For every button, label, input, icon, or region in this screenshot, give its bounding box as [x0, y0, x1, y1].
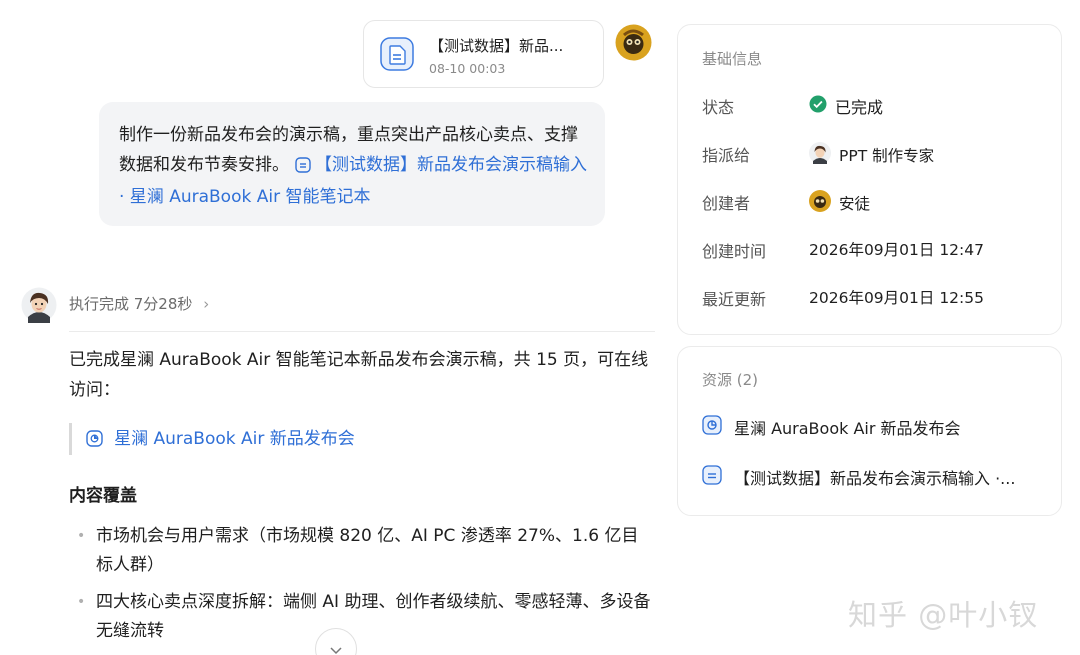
watermark: 知乎 @叶小钗 [848, 598, 1039, 632]
response-summary: 已完成星澜 AuraBook Air 智能笔记本新品发布会演示稿，共 15 页，… [69, 350, 649, 400]
user-message-bubble: 制作一份新品发布会的演示稿，重点突出产品核心卖点、支撑数据和发布节奏安排。 【测试… [99, 102, 605, 226]
list-item: 市场机会与用户需求（市场规模 820 亿、AI PC 渗透率 27%、1.6 亿… [69, 522, 655, 580]
status-badge: 已完成 [835, 98, 884, 117]
presentation-icon [702, 415, 722, 439]
resource-item-document[interactable]: 【测试数据】新品发布会演示稿输入 ·... [702, 464, 1042, 490]
panel-title: 基础信息 [702, 50, 763, 68]
created-time: 2026年09月01日 12:47 [809, 241, 984, 259]
info-row-updated: 最近更新 2026年09月01日 12:55 [702, 286, 1042, 310]
attached-file-card[interactable]: 【测试数据】新品... 08-10 00:03 [363, 20, 604, 88]
info-label: 指派给 [702, 146, 751, 165]
check-circle-icon [809, 95, 827, 117]
divider [69, 331, 655, 332]
section-heading: 内容覆盖 [69, 486, 137, 506]
file-date: 08-10 00:03 [429, 61, 506, 76]
presentation-icon [86, 430, 103, 451]
resources-title: 资源 (2) [702, 371, 759, 389]
info-row-assignee: 指派给 PPT 制作专家 [702, 142, 1042, 166]
execution-status[interactable]: 执行完成 7分28秒 › [69, 293, 209, 314]
basic-info-panel: 基础信息 状态 已完成 指派给 PPT 制作专家 创建者 安徒 创建时间 202… [677, 24, 1062, 335]
execution-status-text: 执行完成 7分28秒 [69, 295, 193, 313]
presentation-link[interactable]: 星澜 AuraBook Air 新品发布会 [114, 429, 355, 449]
avatar [809, 190, 831, 216]
presentation-link-block[interactable]: 星澜 AuraBook Air 新品发布会 [69, 423, 355, 455]
resources-panel: 资源 (2) 星澜 AuraBook Air 新品发布会 【测试数据】新品发布会… [677, 346, 1062, 516]
list-item: 四大核心卖点深度拆解：端侧 AI 助理、创作者级续航、零感轻薄、多设备无缝流转 [69, 588, 655, 646]
chevron-right-icon: › [203, 295, 210, 313]
resource-label: 【测试数据】新品发布会演示稿输入 ·... [734, 469, 1016, 488]
resource-item-presentation[interactable]: 星澜 AuraBook Air 新品发布会 [702, 414, 1042, 440]
user-avatar[interactable] [615, 24, 652, 61]
info-label: 创建时间 [702, 242, 767, 261]
document-icon [380, 37, 414, 75]
document-icon [295, 154, 311, 184]
avatar [809, 142, 831, 168]
chevron-down-icon [329, 640, 343, 655]
user-message: 制作一份新品发布会的演示稿，重点突出产品核心卖点、支撑数据和发布节奏安排。 【测试… [119, 121, 589, 213]
info-row-created: 创建时间 2026年09月01日 12:47 [702, 238, 1042, 262]
info-label: 创建者 [702, 194, 751, 213]
info-label: 最近更新 [702, 290, 767, 309]
creator-name: 安徒 [839, 195, 871, 213]
resource-label: 星澜 AuraBook Air 新品发布会 [734, 419, 961, 438]
file-title: 【测试数据】新品... [429, 37, 564, 55]
document-icon [702, 465, 722, 489]
agent-avatar [21, 287, 57, 323]
updated-time: 2026年09月01日 12:55 [809, 289, 984, 307]
coverage-list: 市场机会与用户需求（市场规模 820 亿、AI PC 渗透率 27%、1.6 亿… [69, 522, 655, 654]
info-row-status: 状态 已完成 [702, 94, 1042, 118]
assignee-name: PPT 制作专家 [839, 147, 935, 165]
info-row-creator: 创建者 安徒 [702, 190, 1042, 214]
info-label: 状态 [702, 98, 735, 117]
